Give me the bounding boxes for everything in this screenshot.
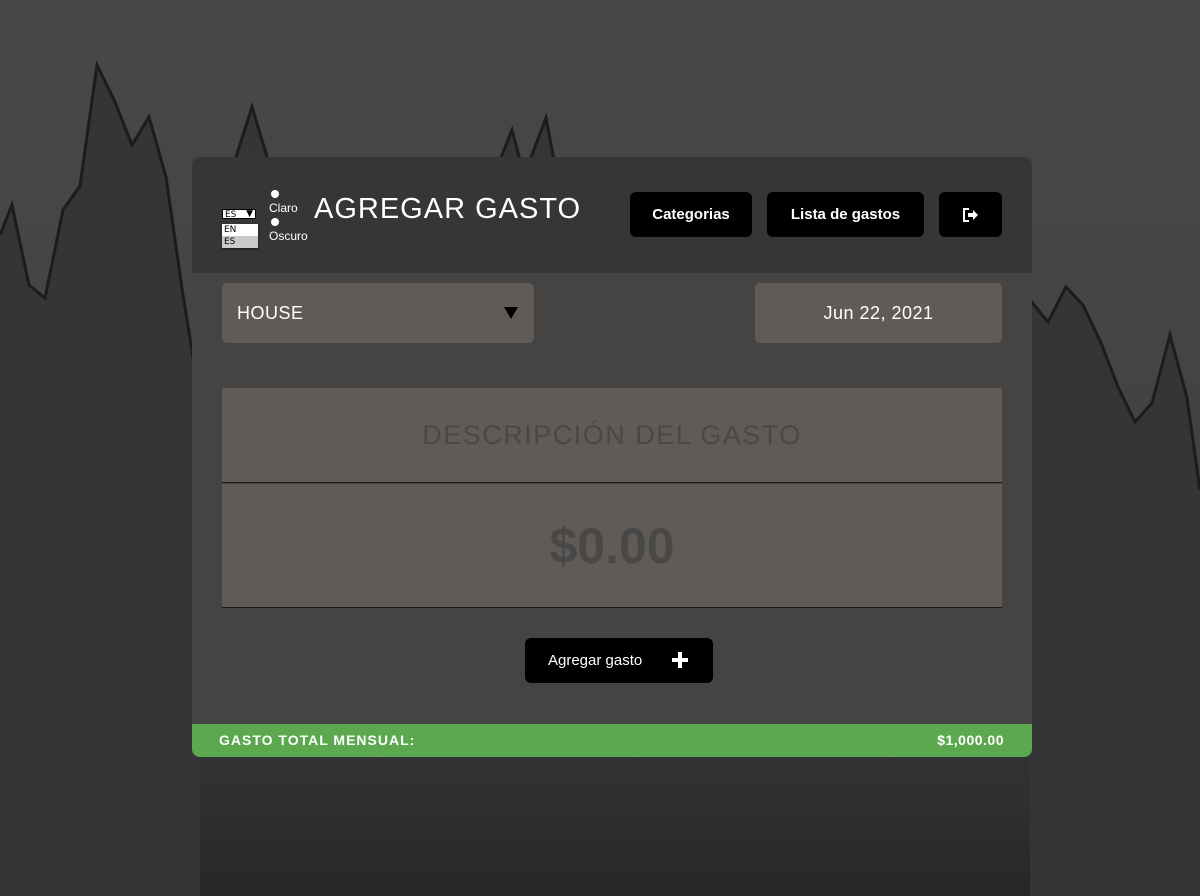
theme-dark-radio[interactable] (271, 218, 279, 226)
language-option-es[interactable]: ES (222, 236, 258, 248)
chevron-down-icon (504, 307, 518, 319)
expense-list-button[interactable]: Lista de gastos (767, 192, 924, 237)
page-title: AGREGAR GASTO (314, 193, 582, 225)
theme-radio-group: Claro Oscuro (269, 188, 319, 248)
logout-icon (962, 207, 978, 222)
category-select[interactable]: HOUSE (222, 283, 534, 343)
language-options-list: EN ES (222, 224, 258, 248)
category-select-value: HOUSE (237, 303, 304, 323)
theme-light-radio[interactable] (271, 190, 279, 198)
amount-input[interactable]: $0.00 (222, 484, 1002, 608)
monthly-total-label: GASTO TOTAL MENSUAL: (219, 732, 416, 748)
logout-button[interactable] (939, 192, 1002, 237)
language-option-en[interactable]: EN (222, 224, 258, 236)
plus-icon (672, 652, 688, 668)
chevron-down-icon: ▼ (246, 209, 253, 219)
add-expense-card: ES ▼ EN ES Claro Oscuro AGREGAR GASTO Ca… (192, 157, 1032, 757)
language-select-current[interactable]: ES ▼ (222, 209, 256, 220)
add-expense-button[interactable]: Agregar gasto (525, 638, 713, 683)
date-picker[interactable]: Jun 22, 2021 (755, 283, 1002, 343)
language-select[interactable]: ES ▼ EN ES (222, 209, 258, 253)
card-header: ES ▼ EN ES Claro Oscuro AGREGAR GASTO Ca… (192, 157, 1032, 273)
description-input[interactable]: DESCRIPCIÓN DEL GASTO (222, 388, 1002, 483)
theme-dark-label: Oscuro (269, 229, 308, 243)
monthly-total-bar: GASTO TOTAL MENSUAL: $1,000.00 (192, 724, 1032, 757)
monthly-total-value: $1,000.00 (937, 732, 1004, 748)
add-expense-button-label: Agregar gasto (548, 652, 643, 669)
theme-light-label: Claro (269, 201, 298, 215)
categories-button[interactable]: Categorias (630, 192, 752, 237)
